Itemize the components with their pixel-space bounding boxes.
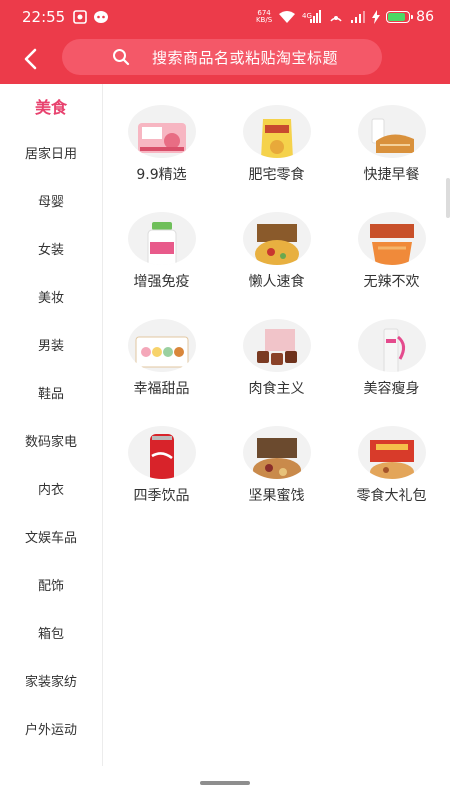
grid-item-label: 肉食主义 (248, 381, 305, 397)
sidebar-item-makeup[interactable]: 美妆 (0, 272, 102, 320)
grid-item-label: 零食大礼包 (356, 488, 427, 504)
snack-gift-box-image (357, 426, 426, 479)
app-notification-icon (94, 11, 109, 23)
grid-item-couch-potato-snacks[interactable]: 肥宅零食 (219, 84, 334, 184)
top-header: 搜索商品名或粘贴淘宝标题 (0, 34, 450, 84)
gesture-nav-bar (0, 766, 450, 800)
scroll-indicator (446, 178, 450, 218)
beauty-product-image (357, 319, 426, 372)
sidebar-item-womenswear[interactable]: 女装 (0, 224, 102, 272)
category-sidebar: 美食 居家日用 母婴 女装 美妆 男装 鞋品 数码家电 内衣 文娱车品 配饰 箱… (0, 84, 103, 766)
grid-item-label: 美容瘦身 (363, 381, 420, 397)
battery-percent: 86 (416, 9, 434, 25)
chevron-left-icon (24, 48, 37, 70)
grid-item-immunity[interactable]: 增强免疫 (104, 191, 219, 291)
supplement-bottle-image (127, 212, 196, 265)
grid-item-beauty-slim[interactable]: 美容瘦身 (334, 298, 449, 398)
status-bar: 22:55 674 KB/S 4G 86 (0, 0, 450, 34)
grid-item-9-9-picks[interactable]: 9.9精选 (104, 84, 219, 184)
grid-item-quick-breakfast[interactable]: 快捷早餐 (334, 84, 449, 184)
charging-icon (372, 10, 381, 24)
sidebar-item-home-textiles[interactable]: 家装家纺 (0, 656, 102, 704)
signal-bars-icon (351, 11, 366, 23)
instant-noodle-image (242, 212, 311, 265)
grid-item-desserts[interactable]: 幸福甜品 (104, 298, 219, 398)
snack-pack-image (127, 105, 196, 158)
photo-notification-icon (73, 10, 88, 24)
sidebar-item-electronics[interactable]: 数码家电 (0, 416, 102, 464)
sidebar-item-menswear[interactable]: 男装 (0, 320, 102, 368)
grid-item-label: 懒人速食 (248, 274, 305, 290)
sidebar-item-accessories[interactable]: 配饰 (0, 560, 102, 608)
wifi-icon (279, 11, 296, 23)
search-input[interactable]: 搜索商品名或粘贴淘宝标题 (62, 39, 382, 75)
grid-item-label: 坚果蜜饯 (248, 488, 305, 504)
svg-text:4G: 4G (302, 12, 312, 20)
grid-item-snack-gift-pack[interactable]: 零食大礼包 (334, 405, 449, 505)
sidebar-item-shoes[interactable]: 鞋品 (0, 368, 102, 416)
sidebar-item-baby[interactable]: 母婴 (0, 176, 102, 224)
back-button[interactable] (0, 34, 62, 84)
grid-item-label: 增强免疫 (133, 274, 190, 290)
grid-item-instant-food[interactable]: 懒人速食 (219, 191, 334, 291)
sidebar-item-food[interactable]: 美食 (0, 84, 102, 128)
sidebar-item-entertainment-car[interactable]: 文娱车品 (0, 512, 102, 560)
battery-icon (386, 11, 414, 23)
grid-item-label: 9.9精选 (136, 167, 187, 183)
meat-snack-image (242, 319, 311, 372)
net-speed: 674 KB/S (255, 9, 273, 24)
sidebar-item-outdoor[interactable]: 户外运动 (0, 704, 102, 752)
nut-gift-box-image (242, 426, 311, 479)
home-gesture-handle[interactable] (200, 781, 250, 785)
grid-item-nuts-dried-fruit[interactable]: 坚果蜜饯 (219, 405, 334, 505)
grid-item-label: 幸福甜品 (133, 381, 190, 397)
hotspot-icon (330, 16, 342, 22)
search-placeholder: 搜索商品名或粘贴淘宝标题 (152, 48, 339, 67)
bread-milk-image (357, 105, 426, 158)
cola-can-image (127, 426, 196, 479)
sidebar-item-underwear[interactable]: 内衣 (0, 464, 102, 512)
grid-item-spicy-food[interactable]: 无辣不欢 (334, 191, 449, 291)
sidebar-item-bags[interactable]: 箱包 (0, 608, 102, 656)
grid-item-label: 无辣不欢 (363, 274, 420, 290)
grid-item-label: 快捷早餐 (363, 167, 420, 183)
signal-4g-icon: 4G (302, 10, 322, 23)
chips-bag-image (242, 105, 311, 158)
search-icon (113, 49, 130, 66)
status-time: 22:55 (22, 8, 66, 26)
macaron-box-image (127, 319, 196, 372)
grid-item-drinks[interactable]: 四季饮品 (104, 405, 219, 505)
grid-item-label: 四季饮品 (133, 488, 190, 504)
grid-item-meat-lovers[interactable]: 肉食主义 (219, 298, 334, 398)
grid-item-label: 肥宅零食 (248, 167, 305, 183)
spicy-snack-image (357, 212, 426, 265)
sidebar-item-home[interactable]: 居家日用 (0, 128, 102, 176)
